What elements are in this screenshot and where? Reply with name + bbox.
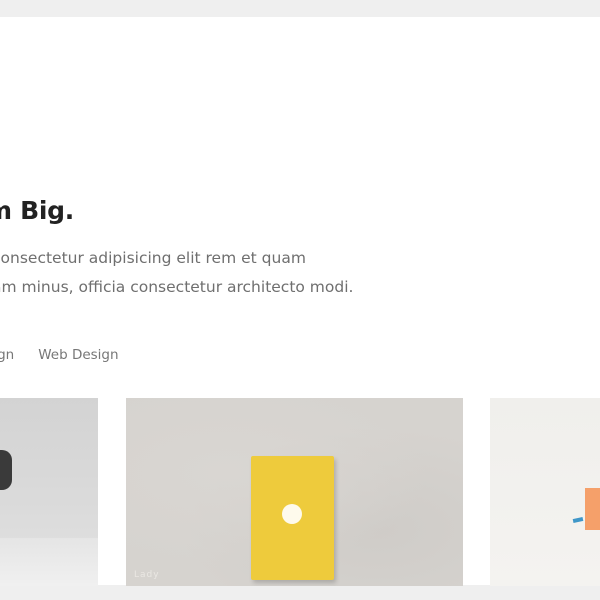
orange-block-image [585, 488, 600, 530]
blue-accent-mark [572, 517, 584, 523]
portfolio-item-2[interactable]: Lady [126, 398, 463, 586]
book-badge [282, 504, 302, 524]
portfolio-item-1[interactable] [0, 398, 98, 586]
portfolio-filter-bar: esign Web Design [0, 347, 119, 363]
product-object-image [0, 450, 12, 490]
hero-description-line-1: consectetur adipisicing elit rem et quam [0, 249, 306, 267]
page: m Big. consectetur adipisicing elit rem … [0, 0, 600, 600]
yellow-book-image [251, 456, 334, 580]
image-watermark: Lady [134, 570, 160, 580]
hero-title: m Big. [0, 196, 74, 225]
filter-web-design[interactable]: Web Design [38, 347, 118, 363]
portfolio-item-3[interactable] [490, 398, 600, 586]
hero-description-line-2: am minus, officia consectetur architecto… [0, 278, 354, 296]
filter-design[interactable]: esign [0, 347, 14, 363]
display-ledge [0, 538, 98, 586]
hero-description: consectetur adipisicing elit rem et quam… [0, 244, 353, 302]
